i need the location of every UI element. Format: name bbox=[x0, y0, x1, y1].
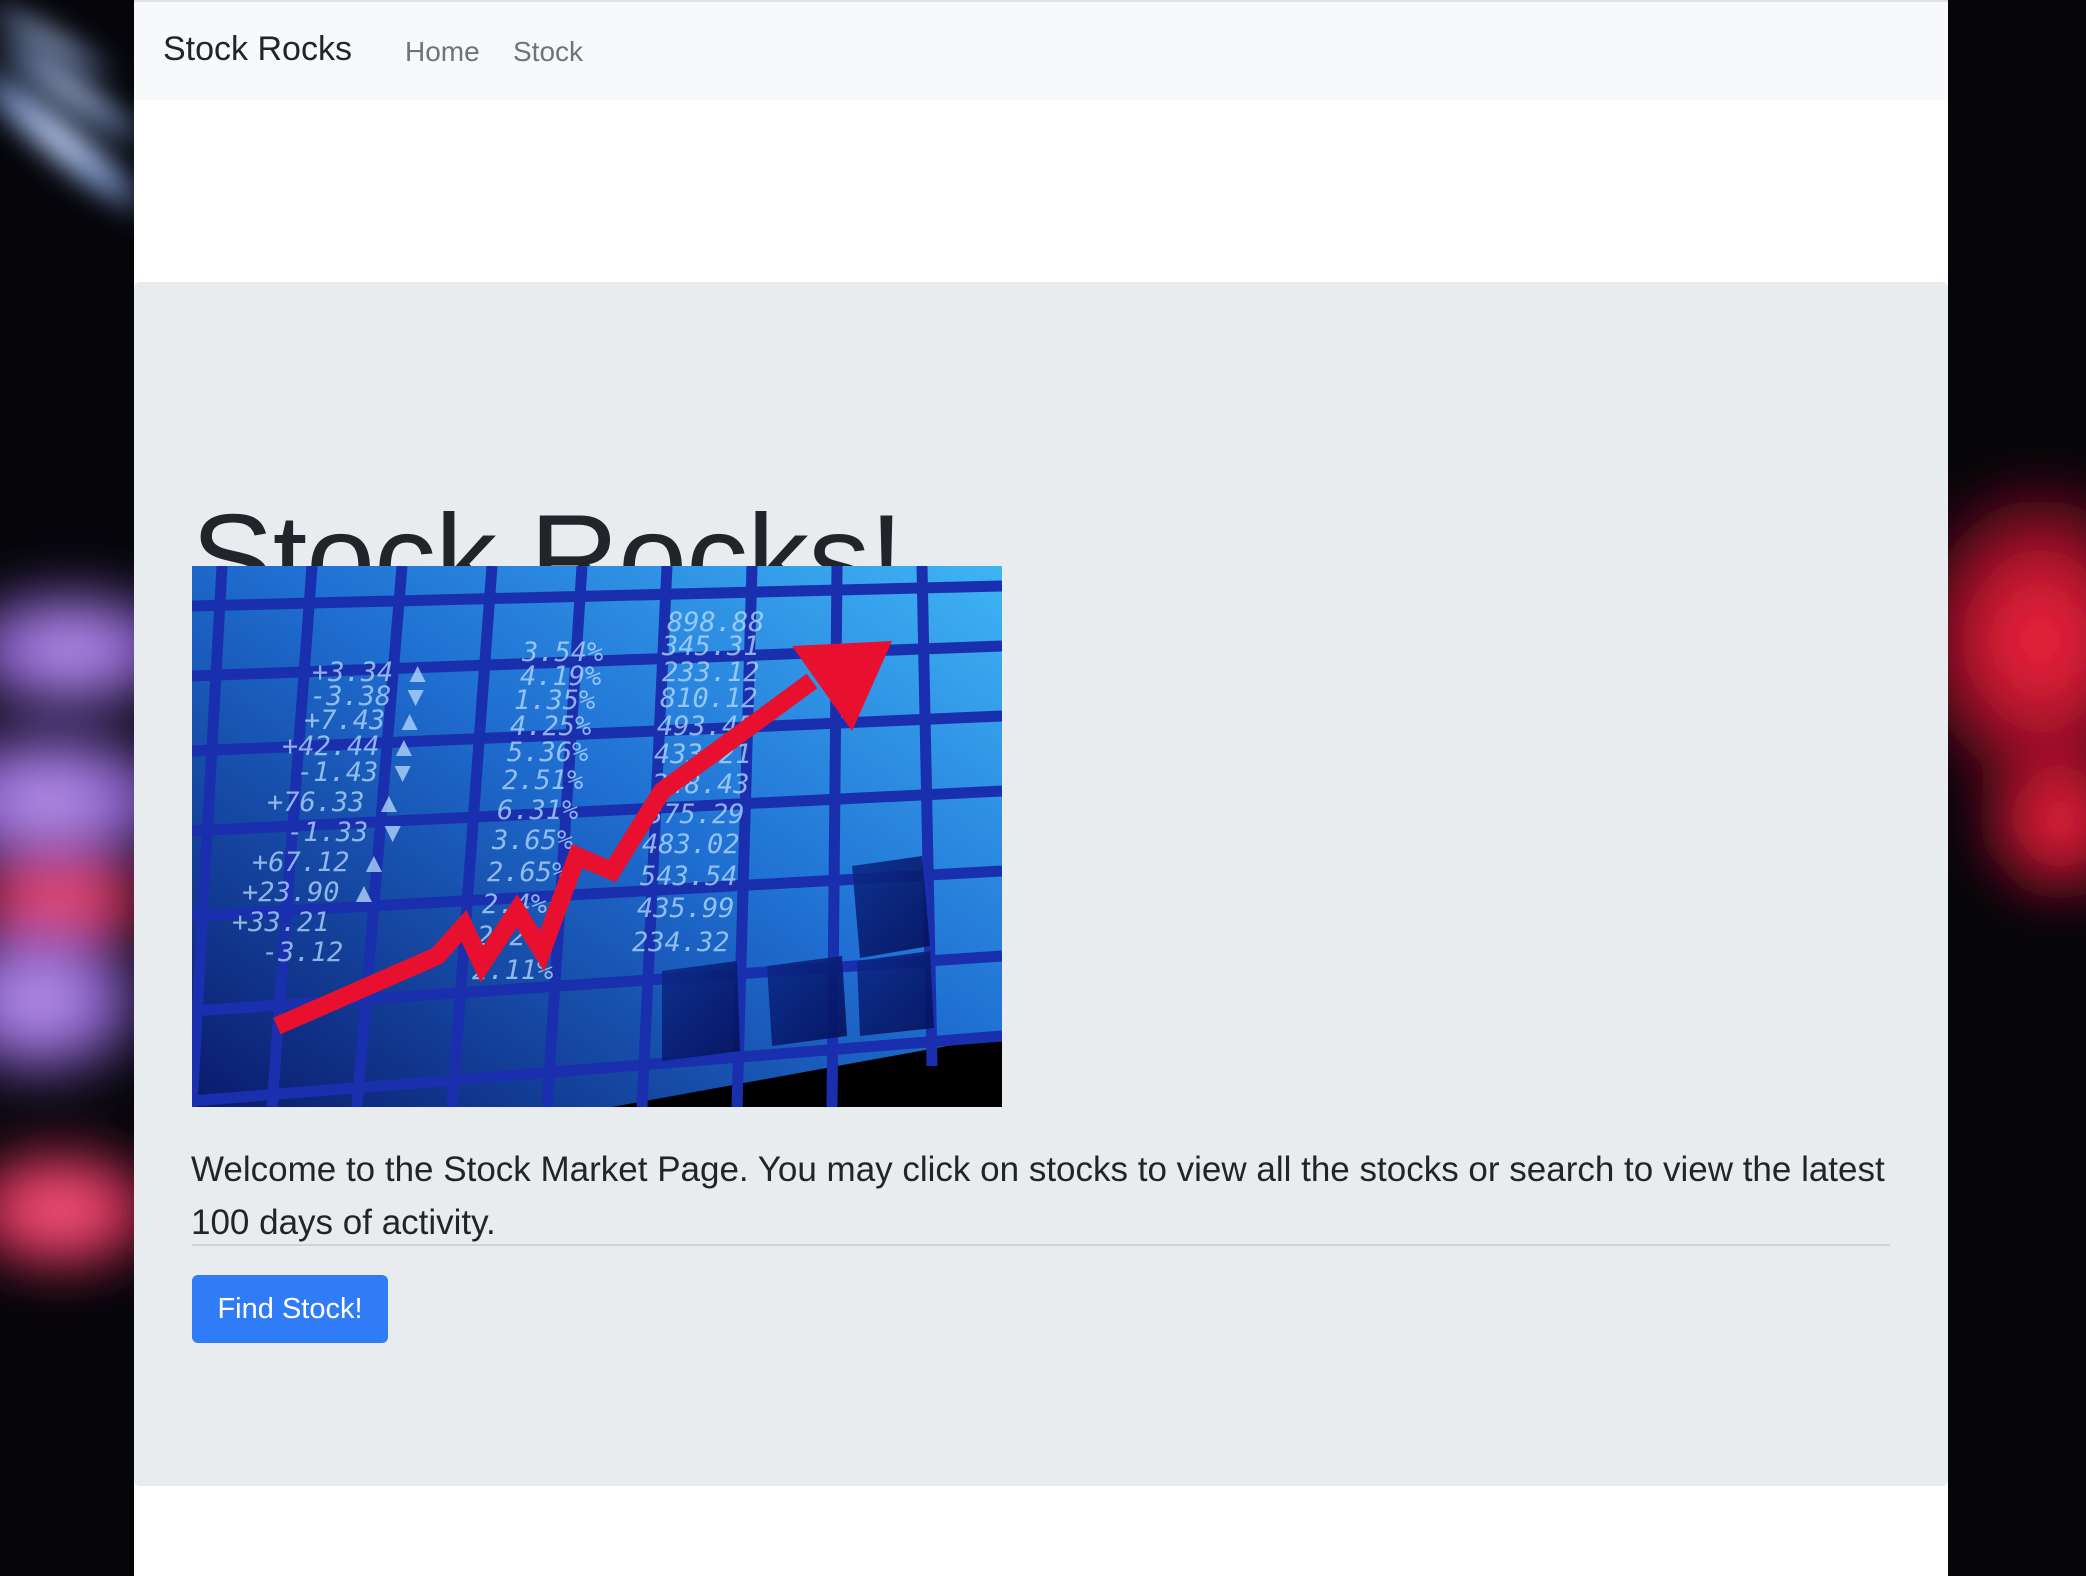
nav-link-stock[interactable]: Stock bbox=[513, 36, 583, 68]
divider bbox=[192, 1244, 1890, 1246]
browser-page: Stock Rocks Home Stock Stock Rocks! +3.3… bbox=[134, 0, 1948, 1576]
navbar: Stock Rocks Home Stock bbox=[134, 0, 1948, 100]
navbar-brand[interactable]: Stock Rocks bbox=[163, 30, 352, 69]
find-stock-button[interactable]: Find Stock! bbox=[192, 1275, 388, 1343]
nav-link-home[interactable]: Home bbox=[405, 36, 480, 68]
jumbotron: Stock Rocks! +3.34 ▲ -3.38 ▼ +7.43 ▲ +42… bbox=[134, 282, 1948, 1486]
welcome-text: Welcome to the Stock Market Page. You ma… bbox=[191, 1150, 1885, 1242]
stock-chart-image: +3.34 ▲ -3.38 ▼ +7.43 ▲ +42.44 ▲ -1.43 ▼… bbox=[192, 566, 1002, 1107]
